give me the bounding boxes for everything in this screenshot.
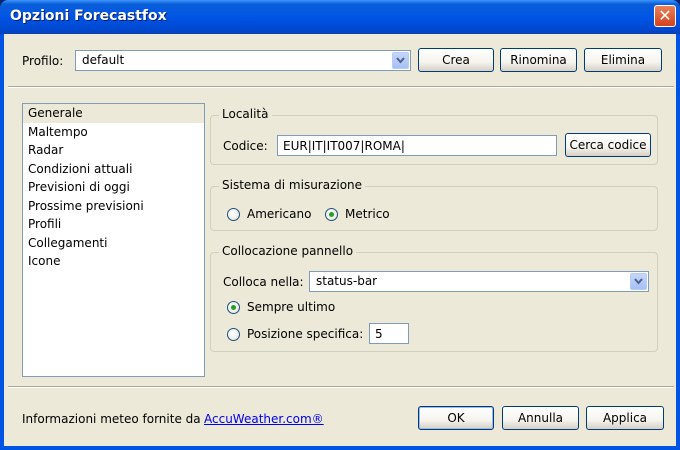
category-item-profili[interactable]: Profili	[23, 215, 204, 234]
category-item-icone[interactable]: Icone	[23, 252, 204, 271]
chevron-down-icon[interactable]	[392, 52, 409, 69]
location-group: Località Codice: Cerca codice	[210, 107, 658, 165]
metric-label[interactable]: Metrico	[345, 207, 390, 221]
profile-label: Profilo:	[22, 54, 64, 68]
always-last-radio[interactable]	[227, 301, 240, 314]
american-label[interactable]: Americano	[247, 207, 311, 221]
window-title: Opzioni Forecastfox	[10, 8, 167, 24]
profile-select[interactable]: default	[75, 50, 411, 71]
ok-button[interactable]: OK	[418, 406, 494, 430]
place-in-label: Colloca nella:	[223, 275, 304, 289]
category-list[interactable]: Generale Maltempo Radar Condizioni attua…	[22, 103, 205, 377]
panel-placement-group: Collocazione pannello Colloca nella: sta…	[210, 244, 658, 352]
close-icon: ✕	[658, 6, 672, 25]
code-label: Codice:	[223, 139, 268, 153]
search-code-button[interactable]: Cerca codice	[565, 133, 651, 157]
category-item-previsioni-oggi[interactable]: Previsioni di oggi	[23, 178, 204, 197]
close-button[interactable]: ✕	[654, 5, 676, 27]
category-item-prossime-previsioni[interactable]: Prossime previsioni	[23, 197, 204, 216]
category-item-generale[interactable]: Generale	[23, 104, 204, 123]
place-in-select-value: status-bar	[316, 274, 378, 288]
delete-profile-button[interactable]: Elimina	[584, 48, 662, 72]
weather-info-text: Informazioni meteo fornite da	[22, 412, 201, 426]
location-code-input[interactable]	[277, 135, 557, 156]
specific-position-radio[interactable]	[227, 328, 240, 341]
window-frame-bottom	[0, 446, 680, 450]
category-item-radar[interactable]: Radar	[23, 141, 204, 160]
metric-radio[interactable]	[325, 208, 338, 221]
dialog-client-area: Profilo: default Crea Rinomina Elimina G…	[4, 34, 676, 446]
category-item-condizioni-attuali[interactable]: Condizioni attuali	[23, 160, 204, 179]
profile-select-value: default	[82, 53, 125, 67]
american-radio[interactable]	[227, 208, 240, 221]
always-last-label[interactable]: Sempre ultimo	[247, 300, 335, 314]
specific-position-label[interactable]: Posizione specifica:	[247, 327, 363, 341]
cancel-button[interactable]: Annulla	[502, 406, 579, 430]
chevron-down-icon[interactable]	[630, 273, 647, 290]
rename-profile-button[interactable]: Rinomina	[500, 48, 577, 72]
separator-top	[8, 86, 674, 88]
separator-bottom	[8, 386, 674, 388]
accuweather-link[interactable]: AccuWeather.com®	[204, 412, 324, 426]
category-item-collegamenti[interactable]: Collegamenti	[23, 234, 204, 253]
dialog-window: Opzioni Forecastfox ✕ Profilo: default C…	[0, 0, 680, 450]
position-input[interactable]	[369, 323, 409, 344]
title-bar[interactable]: Opzioni Forecastfox ✕	[0, 0, 680, 34]
panel-placement-group-title: Collocazione pannello	[219, 244, 357, 258]
place-in-select[interactable]: status-bar	[309, 271, 649, 292]
measurement-group: Sistema di misurazione Americano Metrico	[210, 178, 658, 231]
measurement-group-title: Sistema di misurazione	[219, 178, 366, 192]
apply-button[interactable]: Applica	[586, 406, 664, 430]
location-group-title: Località	[219, 107, 272, 121]
window-frame-right	[676, 34, 680, 450]
create-profile-button[interactable]: Crea	[418, 48, 494, 72]
category-item-maltempo[interactable]: Maltempo	[23, 123, 204, 142]
